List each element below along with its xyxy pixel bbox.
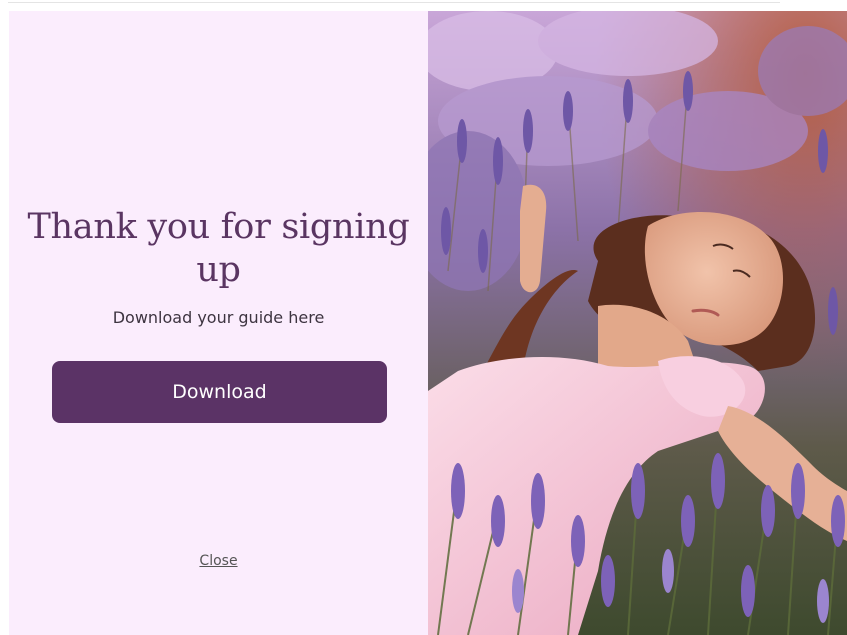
popup-subtext: Download your guide here [112,308,325,327]
top-divider [8,2,780,3]
signup-popup: Thank you for signing up Download your g… [9,11,847,635]
popup-headline: Thank you for signing up [27,207,410,290]
page-top-strip [0,0,847,11]
download-button[interactable]: Download [52,361,387,423]
page-left-edge [0,11,9,635]
hero-image [428,11,847,635]
popup-content-panel: Thank you for signing up Download your g… [9,11,428,635]
close-link[interactable]: Close [9,553,428,569]
